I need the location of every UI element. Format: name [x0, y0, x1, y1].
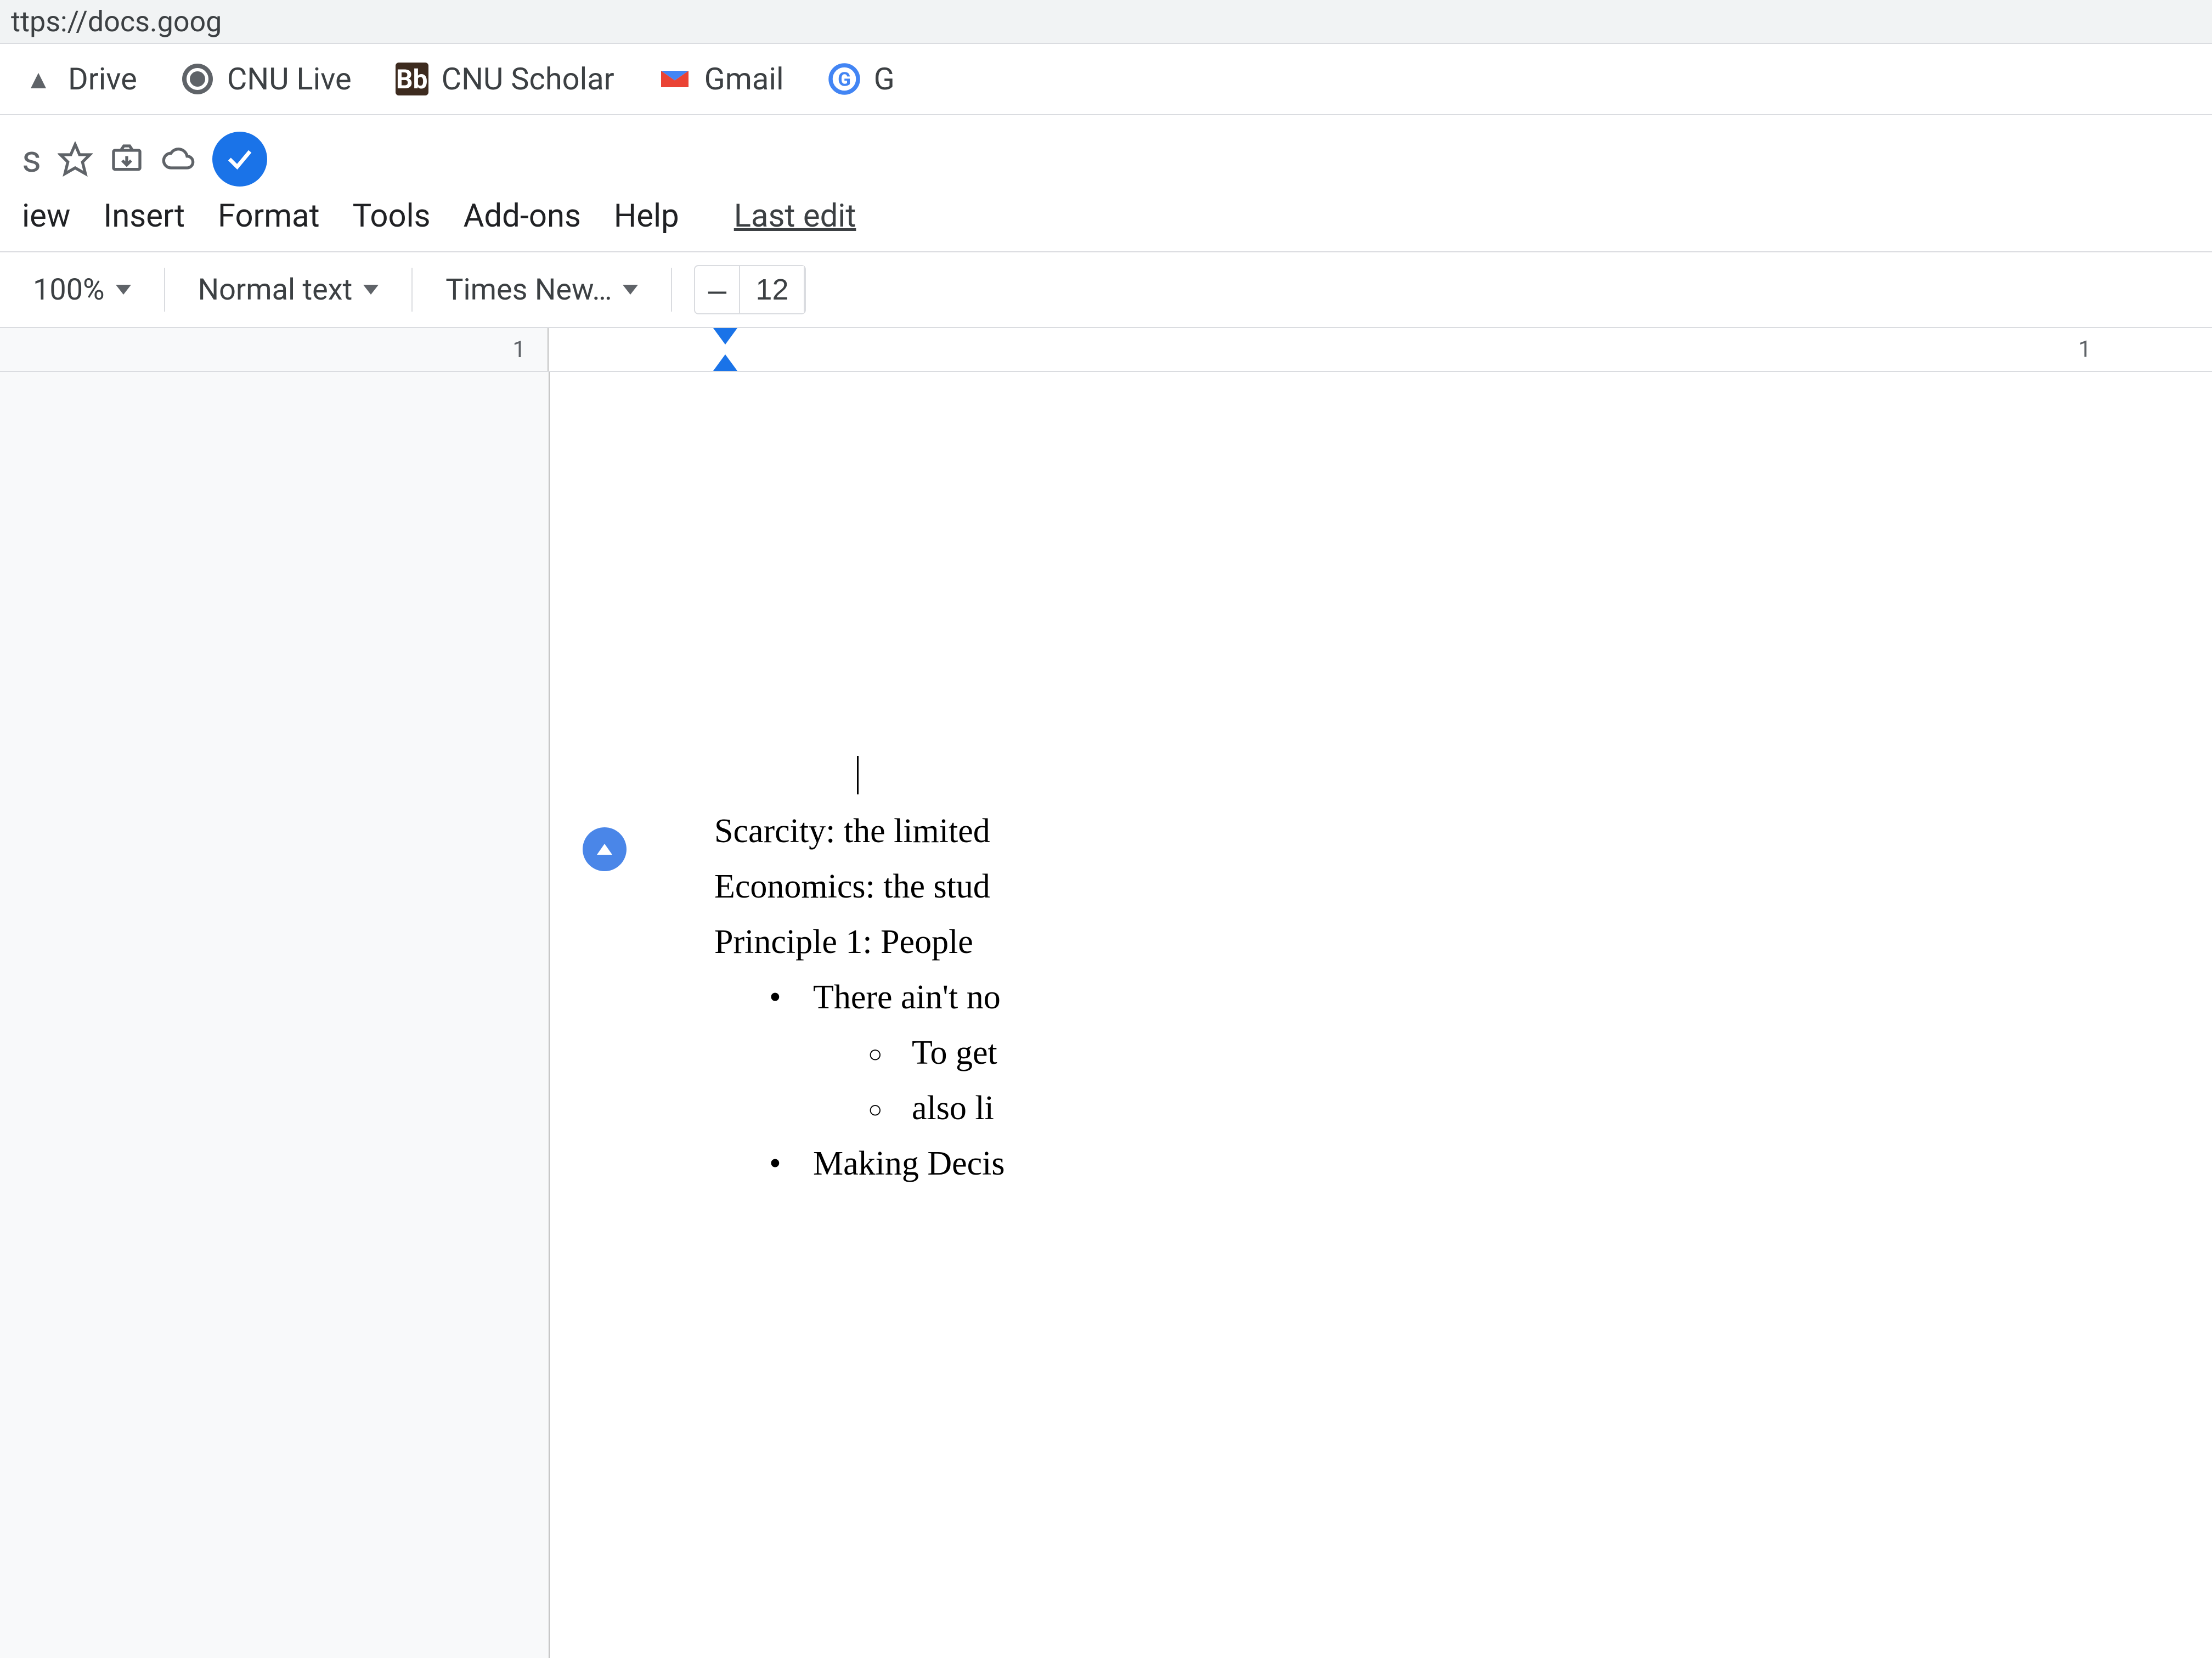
- toolbar-separator: [411, 268, 413, 312]
- move-icon[interactable]: [109, 142, 144, 177]
- star-icon[interactable]: [58, 142, 93, 177]
- caret-down-icon: [363, 285, 379, 295]
- text-cursor-line: [714, 756, 2047, 795]
- menu-view[interactable]: iew: [22, 198, 70, 235]
- blackboard-icon: Bb: [396, 63, 428, 95]
- ruler-body: 1: [549, 328, 2212, 371]
- docs-title-row: s: [0, 115, 2212, 192]
- menu-format[interactable]: Format: [218, 198, 320, 235]
- formatting-toolbar: 100% Normal text Times New… –: [0, 251, 2212, 328]
- horizontal-ruler[interactable]: 1 1: [0, 328, 2212, 372]
- bookmark-label: CNU Live: [227, 61, 352, 97]
- document-page[interactable]: Scarcity: the limited Economics: the stu…: [549, 372, 2212, 1658]
- menu-bar: iew Insert Format Tools Add-ons Help Las…: [0, 192, 2212, 251]
- toolbar-separator: [671, 268, 672, 312]
- ruler-number: 1: [2073, 336, 2097, 363]
- bookmarks-bar: ▲ Drive CNU Live Bb CNU Scholar Gmail G …: [0, 44, 2212, 115]
- text-cursor: [857, 756, 859, 794]
- svg-text:G: G: [838, 69, 851, 91]
- bookmark-cnu-scholar[interactable]: Bb CNU Scholar: [396, 61, 614, 97]
- bookmark-label: Drive: [68, 61, 137, 97]
- caret-down-icon: [116, 285, 131, 295]
- zoom-dropdown[interactable]: 100%: [22, 267, 142, 313]
- font-family-dropdown[interactable]: Times New…: [435, 267, 649, 313]
- ruler-margin-left: 1: [0, 328, 549, 371]
- bookmark-gmail[interactable]: Gmail: [658, 61, 784, 97]
- last-edit-link[interactable]: Last edit: [734, 198, 856, 235]
- menu-insert[interactable]: Insert: [103, 198, 185, 235]
- bookmark-label: Gmail: [704, 61, 784, 97]
- caret-down-icon: [623, 285, 638, 295]
- url-text: ttps://docs.goog: [11, 5, 222, 38]
- sub-bullet-item: also li: [714, 1089, 2047, 1128]
- bullet-item: There ain't no: [714, 978, 2047, 1017]
- globe-icon: [181, 63, 214, 95]
- bookmark-google[interactable]: G G: [828, 61, 895, 97]
- paragraph-style-dropdown[interactable]: Normal text: [187, 267, 390, 313]
- comment-pin-icon[interactable]: [583, 827, 627, 871]
- gmail-icon: [658, 63, 691, 95]
- document-line: Principle 1: People: [714, 923, 2047, 962]
- font-size-input[interactable]: [739, 266, 805, 313]
- document-title[interactable]: s: [22, 137, 41, 181]
- menu-addons[interactable]: Add-ons: [464, 198, 581, 235]
- browser-url-bar[interactable]: ttps://docs.goog: [0, 0, 2212, 44]
- google-icon: G: [828, 63, 861, 95]
- toolbar-separator: [164, 268, 165, 312]
- font-value: Times New…: [445, 273, 612, 307]
- bullet-item: Making Decis: [714, 1144, 2047, 1183]
- first-line-indent-marker[interactable]: [713, 328, 737, 345]
- bookmark-drive[interactable]: ▲ Drive: [22, 61, 137, 97]
- bookmark-label: CNU Scholar: [442, 61, 614, 97]
- sub-bullet-item: To get: [714, 1034, 2047, 1073]
- menu-tools[interactable]: Tools: [353, 198, 431, 235]
- zoom-value: 100%: [33, 273, 105, 307]
- document-line: Economics: the stud: [714, 867, 2047, 906]
- document-line: Scarcity: the limited: [714, 812, 2047, 851]
- cloud-saved-icon[interactable]: [161, 142, 196, 177]
- see-version-history-button[interactable]: [212, 132, 267, 187]
- menu-help[interactable]: Help: [614, 198, 679, 235]
- ruler-number: 1: [512, 336, 526, 363]
- font-size-control: –: [694, 265, 806, 314]
- style-value: Normal text: [198, 273, 353, 307]
- outline-pane: [0, 372, 549, 1658]
- font-size-decrease-button[interactable]: –: [695, 266, 739, 313]
- left-indent-marker[interactable]: [713, 354, 737, 371]
- bookmark-label: G: [874, 61, 895, 97]
- drive-icon: ▲: [22, 63, 55, 95]
- bookmark-cnu-live[interactable]: CNU Live: [181, 61, 352, 97]
- document-canvas: Scarcity: the limited Economics: the stu…: [0, 372, 2212, 1658]
